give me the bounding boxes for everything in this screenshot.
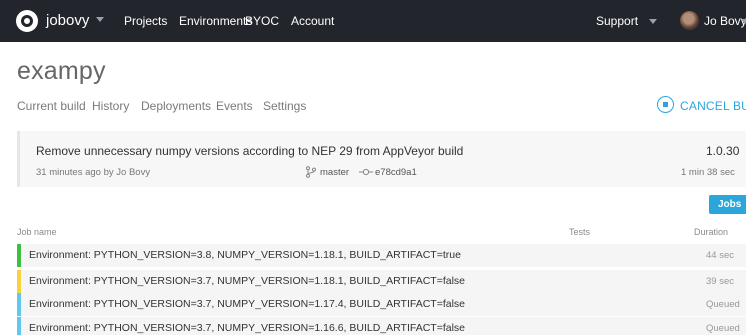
project-title: exampy	[17, 57, 106, 85]
tab-history[interactable]: History	[92, 99, 129, 113]
nav-environments[interactable]: Environments	[179, 14, 252, 28]
job-status-indicator	[17, 244, 21, 267]
job-name[interactable]: Environment: PYTHON_VERSION=3.7, NUMPY_V…	[29, 322, 465, 334]
stop-icon	[657, 96, 674, 113]
jobs-button-label: Jobs	[718, 199, 742, 210]
top-navigation-bar: jobovy Projects Environments BYOC Accoun…	[0, 0, 746, 42]
job-row[interactable]: Environment: PYTHON_VERSION=3.8, NUMPY_V…	[17, 244, 746, 267]
jobs-button[interactable]: Jobs	[709, 195, 746, 214]
job-status-indicator	[17, 317, 21, 335]
build-version: 1.0.30	[706, 144, 740, 158]
git-commit-icon	[359, 168, 373, 176]
tab-deployments[interactable]: Deployments	[141, 99, 211, 113]
job-duration: 39 sec	[706, 276, 734, 287]
job-status-indicator	[17, 293, 21, 316]
job-name[interactable]: Environment: PYTHON_VERSION=3.8, NUMPY_V…	[29, 249, 461, 261]
column-header-job-name: Job name	[17, 227, 57, 237]
build-summary-card: Remove unnecessary numpy versions accord…	[17, 131, 746, 187]
account-switcher[interactable]: jobovy	[46, 12, 89, 29]
chevron-down-icon[interactable]	[741, 19, 746, 24]
tab-settings[interactable]: Settings	[263, 99, 306, 113]
build-duration: 1 min 38 sec	[681, 167, 735, 178]
nav-byoc[interactable]: BYOC	[245, 14, 279, 28]
git-branch-icon	[306, 166, 316, 178]
chevron-down-icon[interactable]	[96, 17, 104, 22]
appveyor-logo-icon[interactable]	[16, 10, 38, 32]
branch-name[interactable]: master	[320, 167, 349, 178]
column-header-duration: Duration	[694, 227, 729, 237]
job-row[interactable]: Environment: PYTHON_VERSION=3.7, NUMPY_V…	[17, 270, 746, 293]
job-status-indicator	[17, 270, 21, 293]
job-duration: 44 sec	[706, 250, 734, 261]
build-meta: 31 minutes ago by Jo Bovy	[36, 167, 151, 178]
job-row[interactable]: Environment: PYTHON_VERSION=3.7, NUMPY_V…	[17, 293, 746, 316]
support-menu[interactable]: Support	[596, 14, 638, 28]
chevron-down-icon[interactable]	[649, 19, 657, 24]
avatar[interactable]	[680, 11, 699, 30]
tab-current-build[interactable]: Current build	[17, 99, 86, 113]
job-row[interactable]: Environment: PYTHON_VERSION=3.7, NUMPY_V…	[17, 317, 746, 335]
user-menu[interactable]: Jo Bovy	[704, 14, 746, 28]
job-name[interactable]: Environment: PYTHON_VERSION=3.7, NUMPY_V…	[29, 298, 465, 310]
commit-hash[interactable]: e78cd9a1	[375, 167, 417, 178]
tab-events[interactable]: Events	[216, 99, 253, 113]
nav-projects[interactable]: Projects	[124, 14, 167, 28]
cancel-build-label: CANCEL BUILD	[680, 99, 746, 113]
commit-message[interactable]: Remove unnecessary numpy versions accord…	[36, 144, 463, 158]
nav-account[interactable]: Account	[291, 14, 334, 28]
job-duration: Queued	[706, 323, 740, 334]
job-duration: Queued	[706, 299, 740, 310]
job-name[interactable]: Environment: PYTHON_VERSION=3.7, NUMPY_V…	[29, 275, 465, 287]
column-header-tests: Tests	[569, 227, 591, 237]
